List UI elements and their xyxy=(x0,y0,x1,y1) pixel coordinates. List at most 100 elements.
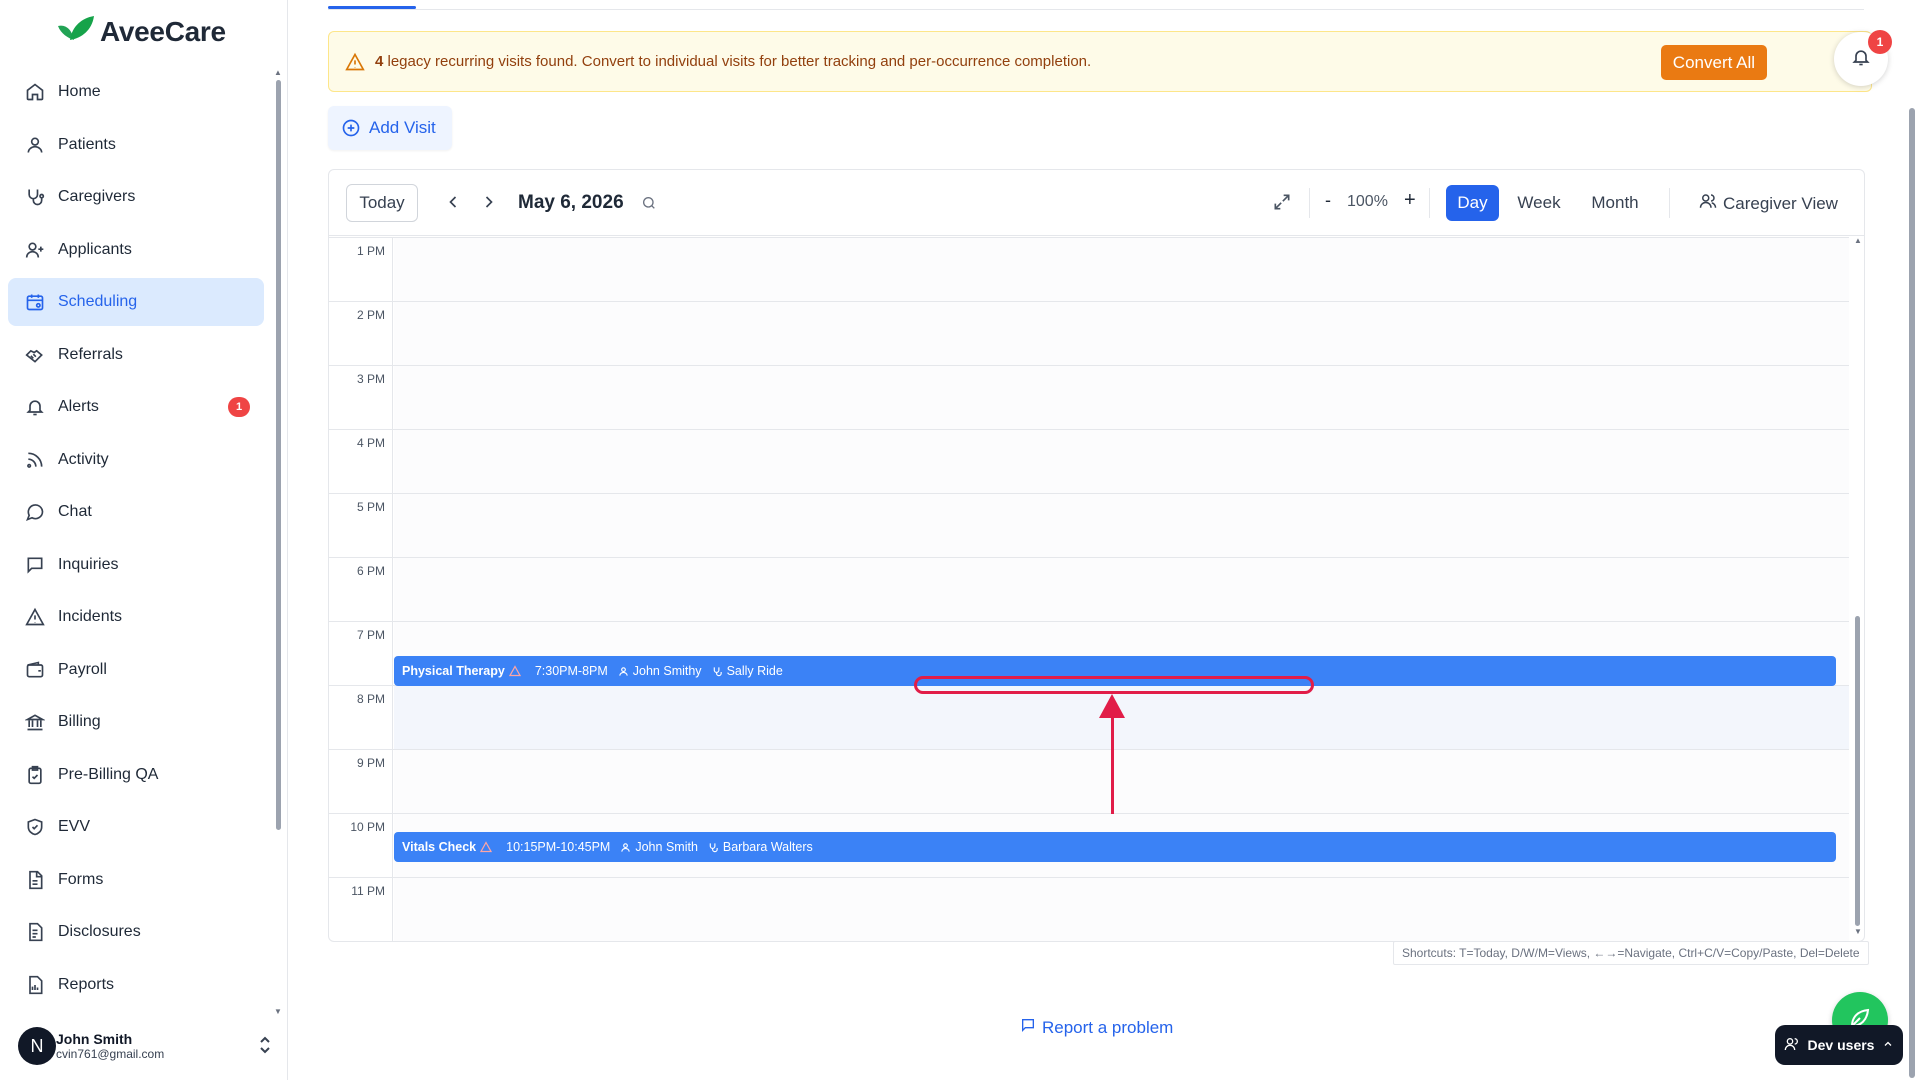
event-caregiver: Sally Ride xyxy=(712,664,783,678)
toolbar-divider xyxy=(1309,188,1310,218)
hour-slot[interactable] xyxy=(394,366,1849,429)
plus-circle-icon xyxy=(341,118,361,138)
scroll-up-arrow-icon[interactable]: ▲ xyxy=(1854,236,1862,245)
toolbar-divider xyxy=(1429,188,1430,218)
sidebar-item-home[interactable]: Home xyxy=(8,68,264,116)
sidebar-item-referrals[interactable]: Referrals xyxy=(8,331,264,379)
warning-triangle-icon xyxy=(345,52,365,72)
today-button[interactable]: Today xyxy=(346,184,418,222)
sidebar-item-payroll[interactable]: Payroll xyxy=(8,646,264,694)
hour-slot[interactable] xyxy=(394,558,1849,621)
hour-row[interactable]: 3 PM xyxy=(329,365,1849,429)
expand-icon[interactable] xyxy=(1272,192,1292,212)
search-icon[interactable] xyxy=(641,195,657,211)
time-gutter xyxy=(329,237,393,941)
sidebar-item-label: Alerts xyxy=(58,398,99,415)
sidebar-scroll-thumb[interactable] xyxy=(276,80,281,830)
user-icon xyxy=(24,134,46,156)
shield-check-icon xyxy=(24,816,46,838)
sidebar-item-forms[interactable]: Forms xyxy=(8,856,264,904)
view-week-button[interactable]: Week xyxy=(1509,185,1569,221)
sidebar-item-disclosures[interactable]: Disclosures xyxy=(8,908,264,956)
bell-icon xyxy=(24,396,46,418)
flag-icon xyxy=(1020,1017,1036,1038)
sidebar-item-reports[interactable]: Reports xyxy=(8,961,264,1009)
report-problem-link[interactable]: Report a problem xyxy=(1020,1017,1173,1038)
hour-slot[interactable] xyxy=(394,238,1849,301)
hour-row[interactable]: 8 PM xyxy=(329,685,1849,749)
annotation-arrow-line xyxy=(1111,712,1114,814)
hour-slot[interactable] xyxy=(394,878,1849,941)
hour-slot[interactable] xyxy=(394,494,1849,557)
sidebar-item-label: Billing xyxy=(58,713,101,730)
hour-row[interactable]: 4 PM xyxy=(329,429,1849,493)
view-month-button[interactable]: Month xyxy=(1582,185,1648,221)
hour-row[interactable]: 2 PM xyxy=(329,301,1849,365)
hour-row[interactable]: 11 PM xyxy=(329,877,1849,941)
add-visit-button[interactable]: Add Visit xyxy=(328,106,452,150)
sidebar-item-alerts[interactable]: Alerts 1 xyxy=(8,383,264,431)
sidebar-item-patients[interactable]: Patients xyxy=(8,121,264,169)
hour-row[interactable]: 1 PM xyxy=(329,237,1849,301)
user-email: cvin761@gmail.com xyxy=(56,1047,165,1061)
hour-slot[interactable] xyxy=(394,430,1849,493)
chevron-left-icon[interactable] xyxy=(443,192,463,212)
sidebar-item-label: Incidents xyxy=(58,608,123,625)
bell-icon xyxy=(1851,47,1871,72)
event-warning xyxy=(508,665,525,677)
sidebar-item-inquiries[interactable]: Inquiries xyxy=(8,541,264,589)
calendar-scroll-thumb[interactable] xyxy=(1855,616,1860,926)
rss-icon xyxy=(24,449,46,471)
sidebar-item-activity[interactable]: Activity xyxy=(8,436,264,484)
chevron-right-icon[interactable] xyxy=(479,192,499,212)
caregiver-view-button[interactable]: Caregiver View xyxy=(1699,192,1838,215)
dev-users-label: Dev users xyxy=(1807,1037,1875,1053)
notifications-button[interactable]: 1 xyxy=(1834,30,1892,86)
scroll-down-arrow-icon[interactable]: ▼ xyxy=(1854,927,1862,936)
brand-logo[interactable]: AveeCare xyxy=(56,14,226,49)
zoom-out-button[interactable]: - xyxy=(1325,190,1331,211)
calendar-toolbar: Today May 6, 2026 - 100% + Day Week Mont… xyxy=(329,170,1864,236)
sidebar-item-evv[interactable]: EVV xyxy=(8,803,264,851)
report-icon xyxy=(24,974,46,996)
warning-triangle-icon xyxy=(24,606,46,628)
scroll-up-arrow-icon[interactable]: ▲ xyxy=(274,68,282,77)
chevron-up-down-icon xyxy=(258,1036,272,1059)
hour-row[interactable]: 5 PM xyxy=(329,493,1849,557)
hour-row[interactable]: 9 PM xyxy=(329,749,1849,813)
user-name: John Smith xyxy=(56,1031,133,1047)
view-day-button[interactable]: Day xyxy=(1446,185,1499,221)
hour-slot[interactable] xyxy=(394,302,1849,365)
event-patient: John Smith xyxy=(620,840,698,854)
hour-slot[interactable] xyxy=(394,750,1849,813)
convert-all-button[interactable]: Convert All xyxy=(1660,45,1767,80)
user-menu[interactable]: N John Smith cvin761@gmail.com xyxy=(18,1024,278,1068)
sidebar-item-label: Referrals xyxy=(58,345,123,363)
scroll-down-arrow-icon[interactable]: ▼ xyxy=(274,1007,282,1016)
sidebar-item-applicants[interactable]: Applicants xyxy=(8,226,264,274)
sidebar-item-incidents[interactable]: Incidents xyxy=(8,593,264,641)
zoom-in-button[interactable]: + xyxy=(1404,189,1416,212)
calendar-scrollbar[interactable]: ▲ ▼ xyxy=(1852,236,1864,936)
keyboard-shortcuts-hint: Shortcuts: T=Today, D/W/M=Views, ←→=Navi… xyxy=(1393,941,1869,965)
hour-row[interactable]: 6 PM xyxy=(329,557,1849,621)
caregiver-view-label: Caregiver View xyxy=(1723,193,1838,213)
sidebar-item-scheduling[interactable]: Scheduling xyxy=(8,278,264,326)
stethoscope-icon xyxy=(24,186,46,208)
current-date: May 6, 2026 xyxy=(518,192,624,213)
chevron-up-icon xyxy=(1882,1037,1894,1053)
sidebar-item-label: Activity xyxy=(58,450,109,468)
sidebar-item-billing[interactable]: Billing xyxy=(8,698,264,746)
sidebar-scrollbar[interactable]: ▲ ▼ xyxy=(274,68,282,1016)
event-caregiver: Barbara Walters xyxy=(708,840,813,854)
visit-event-vitals-check[interactable]: Vitals Check 10:15PM-10:45PM John Smith … xyxy=(394,832,1836,862)
page-scrollbar[interactable] xyxy=(1908,108,1916,1078)
sidebar-item-chat[interactable]: Chat xyxy=(8,488,264,536)
event-patient-name: John Smithy xyxy=(632,664,702,678)
tab-divider xyxy=(328,9,1864,10)
file-icon xyxy=(24,869,46,891)
dev-users-button[interactable]: Dev users xyxy=(1775,1025,1903,1065)
page-scroll-thumb[interactable] xyxy=(1909,108,1915,1078)
sidebar-item-caregivers[interactable]: Caregivers xyxy=(8,173,264,221)
sidebar-item-pre-billing-qa[interactable]: Pre-Billing QA xyxy=(8,751,264,799)
